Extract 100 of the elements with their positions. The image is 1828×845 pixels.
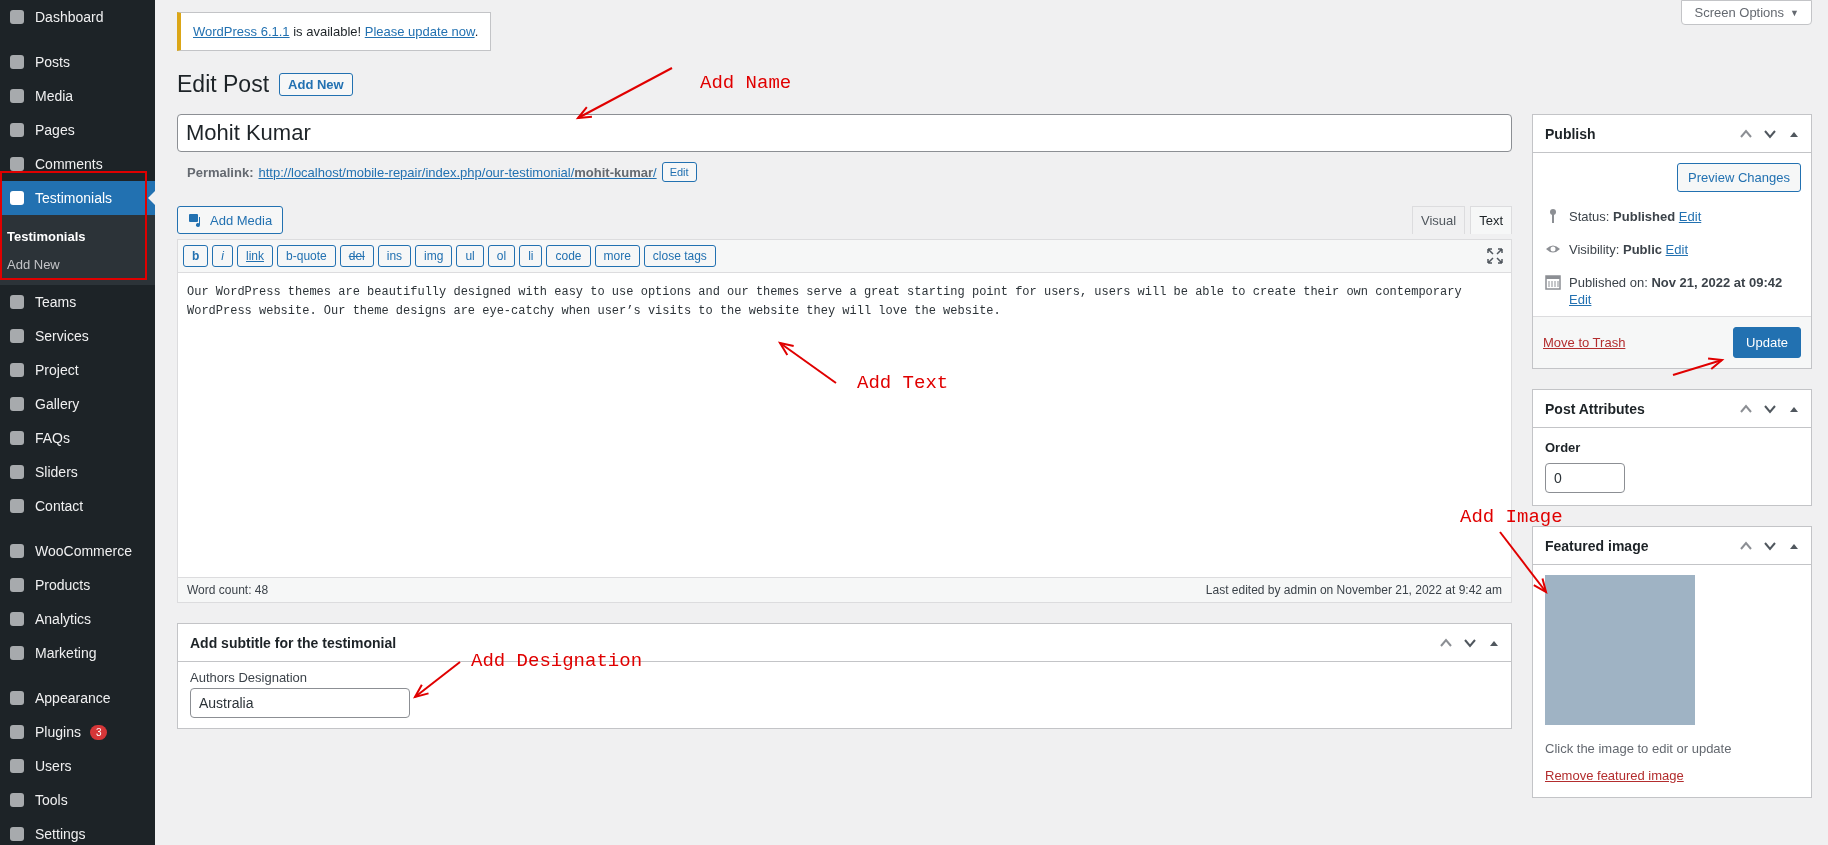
update-button[interactable]: Update: [1733, 327, 1801, 358]
field-label: Order: [1545, 440, 1582, 455]
submenu-item[interactable]: Testimonials: [0, 222, 155, 250]
count-badge: 3: [89, 724, 108, 740]
menu-icon: [8, 53, 26, 71]
sidebar-item[interactable]: Sliders: [0, 455, 155, 489]
update-notice: WordPress 6.1.1 is available! Please update now.: [177, 12, 492, 51]
menu-icon: [8, 8, 26, 26]
box-title: Post Attributes: [1545, 400, 1645, 417]
word-count: Word count: 48: [187, 583, 269, 597]
quicktag-button[interactable]: code: [546, 245, 591, 267]
quicktag-button[interactable]: ol: [487, 245, 516, 267]
sidebar-item[interactable]: Comments: [0, 147, 155, 181]
quicktag-button[interactable]: ul: [456, 245, 484, 267]
sidebar-item[interactable]: Marketing: [0, 636, 155, 670]
editor-tab[interactable]: Text: [1470, 206, 1512, 234]
version-link[interactable]: WordPress 6.1.1: [193, 24, 290, 39]
menu-icon: [8, 293, 26, 311]
menu-icon: [8, 361, 26, 379]
sidebar-item[interactable]: Users: [0, 749, 155, 783]
quicktag-button[interactable]: del: [339, 245, 374, 267]
annotation-arrow: [1672, 357, 1725, 376]
sidebar-item[interactable]: Tools: [0, 783, 155, 817]
remove-image-link[interactable]: Remove featured image: [1545, 768, 1684, 783]
quicktag-button[interactable]: ins: [377, 245, 412, 267]
edit-link[interactable]: Edit: [1665, 242, 1688, 257]
menu-icon: [8, 825, 26, 843]
order-field[interactable]: 0: [1545, 463, 1625, 493]
quicktag-button[interactable]: b: [183, 245, 209, 267]
sidebar-item[interactable]: Project: [0, 353, 155, 387]
menu-icon: [8, 723, 26, 741]
permalink-link[interactable]: http://localhost/mobile-repair/index.php/our-testimonial/mohit-kumar/: [258, 164, 657, 180]
quicktag-button[interactable]: link: [237, 245, 274, 267]
move-to-trash-link[interactable]: Move to Trash: [1543, 335, 1626, 350]
menu-icon: [8, 395, 26, 413]
title-field[interactable]: Mohit Kumar: [177, 114, 1512, 152]
menu-icon: [8, 644, 26, 662]
publish-info-text: Visibility: Public Edit: [1569, 241, 1688, 258]
page-title: Edit Post: [177, 71, 270, 98]
permalink-label: Permalink:: [187, 164, 254, 180]
post-content-text[interactable]: Our WordPress themes are beautifully designed with easy to use options and our themes serve a great starting point for users, users will be able to create their own contemporary WordPress website. Our theme designs are eye-catchy when user’s visits to the website they will love the website.: [187, 283, 1502, 321]
menu-icon: [8, 121, 26, 139]
quicktag-button[interactable]: li: [519, 245, 543, 267]
sidebar-item[interactable]: Pages: [0, 113, 155, 147]
quicktag-button[interactable]: more: [594, 245, 640, 267]
quicktag-button[interactable]: img: [415, 245, 453, 267]
preview-changes-button[interactable]: Preview Changes: [1677, 163, 1801, 192]
sidebar-item[interactable]: Services: [0, 319, 155, 353]
sidebar-item[interactable]: FAQs: [0, 421, 155, 455]
sidebar-item[interactable]: Analytics: [0, 602, 155, 636]
sidebar-item[interactable]: Media: [0, 79, 155, 113]
add-new-button[interactable]: Add New: [279, 73, 353, 96]
sidebar-item[interactable]: Products: [0, 568, 155, 602]
publish-info-text: Published on: Nov 21, 2022 at 09:42 Edit: [1569, 274, 1784, 308]
edit-link[interactable]: Edit: [1569, 292, 1592, 307]
sidebar-item[interactable]: Contact: [0, 489, 155, 523]
menu-icon: [8, 87, 26, 105]
add-media-button[interactable]: Add Media: [177, 206, 284, 234]
annotation-arrow: [412, 661, 461, 699]
sidebar-item[interactable]: Appearance: [0, 681, 155, 715]
sidebar-item[interactable]: Teams: [0, 285, 155, 319]
sidebar-item[interactable]: Gallery: [0, 387, 155, 421]
annotation-arrow: [777, 341, 837, 384]
publish-info-text: Status: Published Edit: [1569, 208, 1702, 225]
sidebar-item[interactable]: Settings: [0, 817, 155, 845]
fullscreen-icon[interactable]: [1487, 248, 1503, 264]
quicktag-button[interactable]: close tags: [643, 245, 716, 267]
menu-icon: [8, 610, 26, 628]
menu-icon: [8, 155, 26, 173]
menu-icon: [8, 327, 26, 345]
screen-options-button[interactable]: Screen Options ▼: [1681, 0, 1812, 25]
quicktag-button[interactable]: b-quote: [277, 245, 336, 267]
sidebar-item[interactable]: Plugins 3: [0, 715, 155, 749]
calendar-icon: [1545, 274, 1561, 290]
annotation-text: Add Designation: [471, 650, 643, 672]
annotation-text: Add Image: [1460, 506, 1563, 528]
designation-field[interactable]: Australia: [190, 688, 410, 718]
menu-icon: [8, 757, 26, 775]
sidebar-item[interactable]: Dashboard: [0, 0, 155, 34]
box-title: Featured image: [1545, 537, 1649, 554]
box-title: Add subtitle for the testimonial: [190, 634, 397, 651]
annotation-text: Add Name: [700, 72, 792, 94]
quicktag-button[interactable]: i: [212, 245, 233, 267]
menu-icon: [8, 791, 26, 809]
submenu-item[interactable]: Add New: [0, 250, 155, 278]
sidebar-item[interactable]: Posts: [0, 45, 155, 79]
box-title: Publish: [1545, 125, 1596, 142]
sidebar-item[interactable]: Testimonials: [0, 181, 155, 215]
edit-permalink-button[interactable]: Edit: [661, 162, 697, 182]
annotation-text: Add Text: [857, 372, 949, 394]
sidebar-item[interactable]: WooCommerce: [0, 534, 155, 568]
menu-icon: [8, 576, 26, 594]
menu-icon: [8, 497, 26, 515]
last-edited-text: Last edited by admin on November 21, 2022 at 9:42 am: [1205, 583, 1502, 597]
menu-icon: [8, 429, 26, 447]
editor-tab[interactable]: Visual: [1411, 206, 1466, 234]
update-link[interactable]: Please update now: [364, 24, 475, 39]
field-label: Authors Designation: [190, 670, 309, 685]
menu-icon: [8, 542, 26, 560]
edit-link[interactable]: Edit: [1678, 209, 1702, 224]
